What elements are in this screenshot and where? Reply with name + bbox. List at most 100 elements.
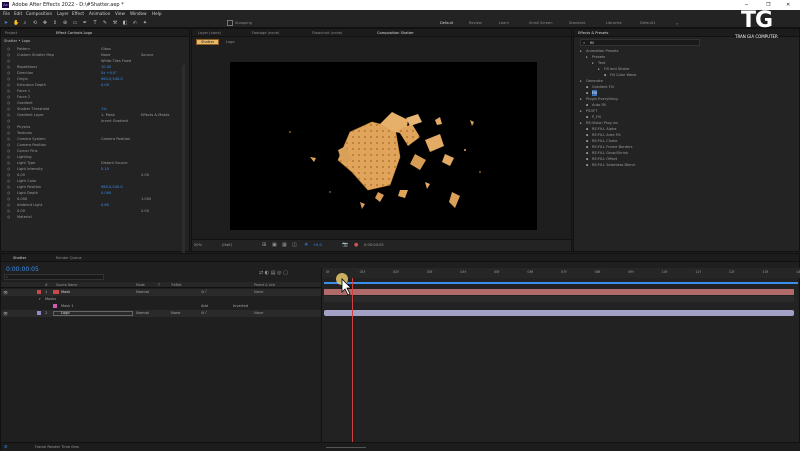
- workspace-standard[interactable]: Standard: [569, 21, 585, 25]
- menu-animation[interactable]: Animation: [89, 11, 110, 16]
- orbit-tool-icon[interactable]: ⟲: [32, 20, 38, 26]
- exposure-icon[interactable]: ✳: [304, 242, 308, 248]
- menu-file[interactable]: File: [3, 11, 10, 16]
- layer-mode[interactable]: Normal: [136, 311, 149, 315]
- channel-icon[interactable]: ●: [354, 242, 358, 248]
- visibility-eye-icon[interactable]: 👁: [3, 311, 8, 316]
- layer-row[interactable]: 👁 1 Mask Normal ⊘ ⁄ None: [1, 289, 321, 296]
- layer-row[interactable]: Mask 1 Add Inverted: [1, 303, 321, 310]
- expand-arrow-icon[interactable]: ▾: [39, 297, 41, 301]
- grid-icon[interactable]: ⊞: [262, 242, 266, 248]
- layer-trkmat[interactable]: None: [171, 311, 180, 315]
- workspace-default1[interactable]: Default1: [640, 21, 655, 25]
- mask-toggle-icon[interactable]: ◫: [292, 242, 297, 248]
- menu-edit[interactable]: Edit: [14, 11, 22, 16]
- timeline-tracks[interactable]: 0f 01f 02f 03f 04f 05f 06f 07f 08f 09f 10f 11f 12f 13…: [321, 268, 800, 451]
- app-logo-icon: Ae: [2, 2, 9, 8]
- time-ruler[interactable]: 0f 01f 02f 03f 04f 05f 06f 07f 08f 09f 10f 11f 12f 13…: [322, 268, 800, 278]
- layer-mode[interactable]: Normal: [136, 290, 149, 294]
- motion-blur-icon[interactable]: ◎: [277, 270, 281, 276]
- workspace-review[interactable]: Review: [469, 21, 482, 25]
- frame-blending-icon[interactable]: ▤: [271, 270, 276, 276]
- shy-icon[interactable]: ◐: [265, 270, 269, 276]
- zoom-tool-icon[interactable]: ⌕: [22, 20, 28, 26]
- pan-tool-icon[interactable]: ✥: [42, 20, 48, 26]
- rectangle-tool-icon[interactable]: ▭: [72, 20, 78, 26]
- clone-stamp-tool-icon[interactable]: ⚒: [112, 20, 118, 26]
- breadcrumb-logo[interactable]: Logo: [226, 40, 235, 44]
- draft-3d-icon[interactable]: ⇄: [259, 270, 263, 276]
- text-tool-icon[interactable]: T: [92, 20, 98, 26]
- pen-tool-icon[interactable]: ✒: [82, 20, 88, 26]
- layer-name[interactable]: Mask: [61, 290, 70, 294]
- pan-behind-tool-icon[interactable]: ⊕: [62, 20, 68, 26]
- region-icon[interactable]: ▣: [272, 242, 277, 248]
- stopwatch-icon[interactable]: ◷: [7, 214, 10, 220]
- tab-layer[interactable]: Layer (none): [198, 31, 221, 35]
- transparency-icon[interactable]: ▦: [282, 242, 287, 248]
- workspace-overflow-icon[interactable]: »: [676, 21, 678, 26]
- eraser-tool-icon[interactable]: ◧: [122, 20, 128, 26]
- menu-composition[interactable]: Composition: [26, 11, 52, 16]
- tab-flowchart[interactable]: Flowchart (none): [312, 31, 342, 35]
- composition-viewer[interactable]: [230, 62, 537, 230]
- timeline-search-input[interactable]: ⌕: [4, 274, 104, 280]
- workspace-default[interactable]: Default: [440, 21, 453, 25]
- menu-window[interactable]: Window: [130, 11, 147, 16]
- roto-brush-tool-icon[interactable]: ✍: [132, 20, 138, 26]
- breadcrumb-shatter[interactable]: Shatter: [196, 39, 220, 45]
- work-area-bar[interactable]: [324, 282, 798, 284]
- effect-controls-scrollbar[interactable]: [182, 65, 185, 265]
- zoom-dropdown[interactable]: 50%: [194, 243, 202, 247]
- layer-label-color[interactable]: [37, 290, 41, 294]
- tab-timeline-shatter[interactable]: Shatter: [13, 256, 26, 260]
- menu-effect[interactable]: Effect: [72, 11, 84, 16]
- resolution-dropdown[interactable]: (Half): [222, 243, 232, 247]
- zoom-slider[interactable]: [326, 444, 366, 448]
- layer-label-color[interactable]: [37, 311, 41, 315]
- puppet-pin-tool-icon[interactable]: ✦: [142, 20, 148, 26]
- toggle-switches-icon[interactable]: ⚙: [4, 444, 8, 449]
- mask-color-swatch[interactable]: [53, 304, 57, 308]
- exposure-value[interactable]: +0.0: [313, 243, 322, 247]
- tab-footage[interactable]: Footage (none): [252, 31, 279, 35]
- ruler-tick-label: 13f: [762, 270, 768, 274]
- workspace-learn[interactable]: Learn: [499, 21, 509, 25]
- mask-name[interactable]: Mask 1: [61, 304, 74, 308]
- visibility-eye-icon[interactable]: 👁: [3, 290, 8, 295]
- workspace-libraries[interactable]: Libraries: [606, 21, 622, 25]
- timeline-timecode[interactable]: 0:00:00:05: [6, 266, 39, 273]
- effects-tree-item[interactable]: ▪ RE:FILL Seamless Blend: [574, 162, 799, 168]
- hand-tool-icon[interactable]: ✋: [13, 20, 19, 26]
- layer-row[interactable]: 👁 2 Logo Normal None ⊘ ⁄ None: [1, 310, 321, 317]
- dolly-tool-icon[interactable]: ⇕: [52, 20, 58, 26]
- graph-editor-icon[interactable]: ▢: [283, 270, 288, 276]
- tab-effects-presets[interactable]: Effects & Presets: [578, 31, 608, 35]
- menu-layer[interactable]: Layer: [57, 11, 69, 16]
- effects-search-input[interactable]: ⌕ fill: [580, 39, 700, 46]
- mask-inverted[interactable]: Inverted: [233, 304, 248, 308]
- tab-composition[interactable]: Composition Shatter: [377, 31, 414, 35]
- tab-effect-controls[interactable]: Effect Controls Logo: [56, 31, 92, 35]
- effect-property-row[interactable]: ◷ Material: [1, 214, 189, 220]
- layer-bar-logo[interactable]: [324, 310, 794, 316]
- brush-tool-icon[interactable]: ✎: [102, 20, 108, 26]
- layer-parent[interactable]: None: [254, 311, 263, 315]
- snapshot-icon[interactable]: 📷: [342, 242, 348, 248]
- selection-tool-icon[interactable]: ➤: [3, 20, 9, 26]
- layer-bar-mask[interactable]: [324, 289, 794, 295]
- workspace-small-screen[interactable]: Small Screen: [529, 21, 552, 25]
- layer-row[interactable]: ▾ Masks: [1, 296, 321, 303]
- masks-group-label[interactable]: Masks: [45, 297, 56, 301]
- playhead-line[interactable]: [352, 278, 353, 451]
- mask-mode[interactable]: Add: [201, 304, 208, 308]
- tab-project[interactable]: Project: [5, 31, 17, 35]
- menu-view[interactable]: View: [115, 11, 125, 16]
- menu-help[interactable]: Help: [152, 11, 162, 16]
- layer-parent[interactable]: None: [254, 290, 263, 294]
- snapping-checkbox[interactable]: [227, 20, 233, 26]
- tab-render-queue[interactable]: Render Queue: [56, 256, 82, 260]
- layer-switches-icon[interactable]: ⊘ ⁄: [201, 289, 206, 294]
- layer-switches-icon[interactable]: ⊘ ⁄: [201, 310, 206, 315]
- layer-name[interactable]: Logo: [61, 311, 70, 315]
